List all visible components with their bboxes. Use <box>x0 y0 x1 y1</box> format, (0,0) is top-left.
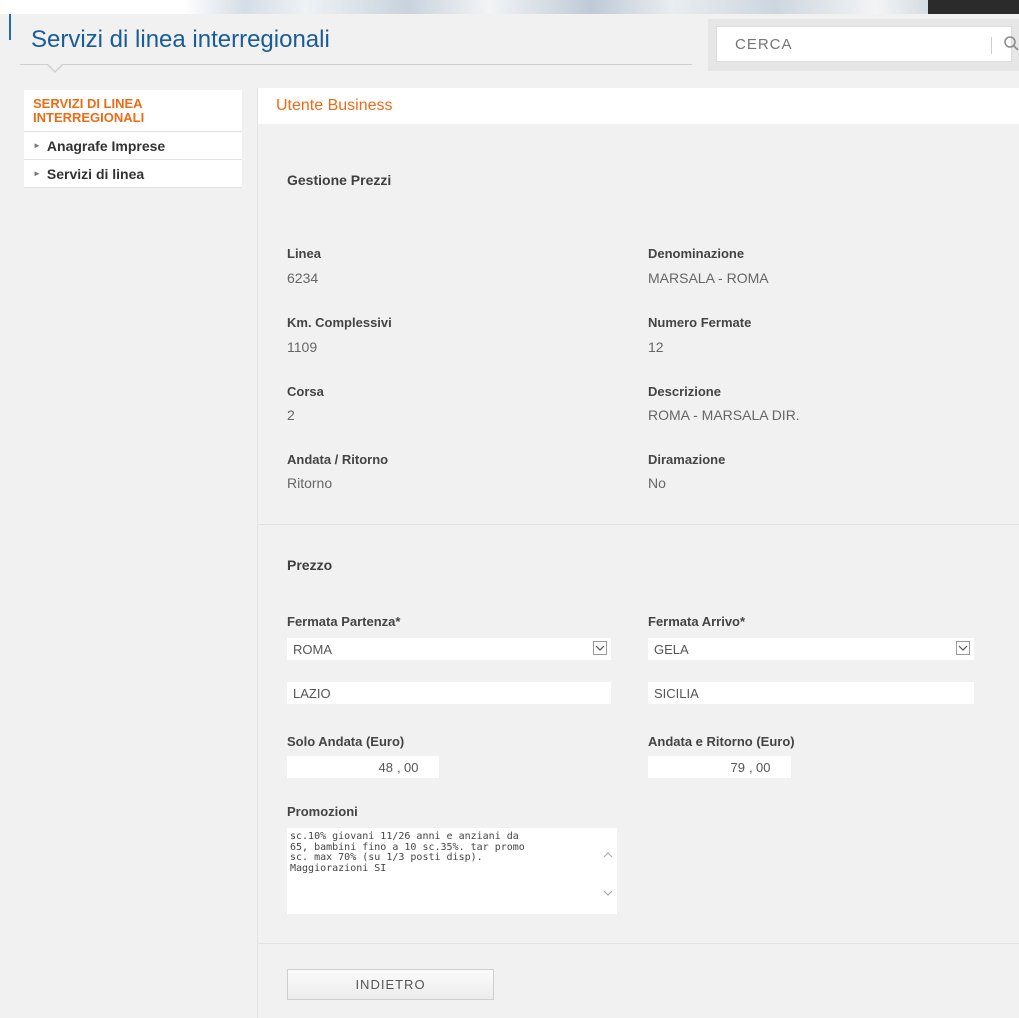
label-km-complessivi: Km. Complessivi <box>287 315 392 330</box>
fermata-partenza-value: ROMA <box>293 641 332 657</box>
sidebar: SERVIZI DI LINEA INTERREGIONALI ► Anagra… <box>24 90 242 188</box>
tab-bar: Utente Business <box>258 88 1019 124</box>
andata-ritorno-price-field[interactable]: 79 , 00 <box>648 756 791 778</box>
label-denominazione: Denominazione <box>648 246 745 261</box>
sidebar-item-anagrafe-imprese[interactable]: ► Anagrafe Imprese <box>24 132 242 160</box>
label-corsa: Corsa <box>287 384 324 399</box>
section-heading-prezzo: Prezzo <box>287 557 333 573</box>
top-banner-dark <box>928 0 1019 14</box>
search-separator <box>991 37 992 54</box>
fermata-arrivo-value: GELA <box>654 641 689 657</box>
value-andata-ritorno: Ritorno <box>287 475 333 491</box>
sidebar-item-label: Servizi di linea <box>46 165 145 182</box>
andata-ritorno-dec: 00 <box>756 759 771 775</box>
value-numero-fermate: 12 <box>648 339 664 355</box>
search-input[interactable] <box>716 26 1012 62</box>
chevron-right-icon: ► <box>33 141 41 150</box>
value-denominazione: MARSALA - ROMA <box>648 270 769 286</box>
value-linea: 6234 <box>287 270 319 286</box>
label-promozioni: Promozioni <box>287 804 358 819</box>
chevron-down-icon[interactable] <box>593 641 607 655</box>
label-numero-fermate: Numero Fermate <box>648 315 752 330</box>
title-caret <box>46 63 64 73</box>
chevron-down-icon[interactable] <box>956 641 970 655</box>
section-heading-gestione: Gestione Prezzi <box>287 172 392 188</box>
solo-andata-dec: 00 <box>404 759 419 775</box>
solo-andata-price-field[interactable]: 48 , 00 <box>287 756 439 778</box>
value-descrizione: ROMA - MARSALA DIR. <box>648 407 800 423</box>
label-linea: Linea <box>287 246 321 261</box>
label-andata-ritorno: Andata / Ritorno <box>287 452 389 467</box>
solo-andata-int: 48 <box>378 759 393 775</box>
fermata-partenza-select[interactable]: ROMA <box>287 638 611 660</box>
label-fermata-arrivo: Fermata Arrivo* <box>648 614 746 629</box>
label-solo-andata: Solo Andata (Euro) <box>287 734 405 749</box>
scroll-up-icon[interactable] <box>603 847 613 858</box>
main-panel: Utente Business Gestione Prezzi Linea 62… <box>257 88 1019 1018</box>
section-divider <box>258 943 1019 944</box>
decimal-comma: , <box>397 759 401 775</box>
decimal-comma: , <box>749 759 753 775</box>
sidebar-item-label: Anagrafe Imprese <box>46 137 166 154</box>
sidebar-item-servizi-di-linea[interactable]: ► Servizi di linea <box>24 160 242 188</box>
tab-utente-business[interactable]: Utente Business <box>276 97 393 115</box>
value-diramazione: No <box>648 475 666 491</box>
section-divider <box>258 524 1019 525</box>
search-box <box>708 19 1019 71</box>
value-km-complessivi: 1109 <box>287 339 318 355</box>
value-corsa: 2 <box>287 407 295 423</box>
top-banner-strip <box>0 0 1019 14</box>
promozioni-textarea[interactable]: sc.10% giovani 11/26 anni e anziani da 6… <box>287 828 599 914</box>
andata-ritorno-int: 79 <box>730 759 745 775</box>
back-button[interactable]: INDIETRO <box>287 969 494 1000</box>
sidebar-heading[interactable]: SERVIZI DI LINEA INTERREGIONALI <box>24 90 242 132</box>
label-fermata-partenza: Fermata Partenza* <box>287 614 401 629</box>
label-descrizione: Descrizione <box>648 384 721 399</box>
partenza-region-field: LAZIO <box>287 682 611 704</box>
search-icon[interactable] <box>1003 35 1019 53</box>
scroll-down-icon[interactable] <box>603 885 613 896</box>
fermata-arrivo-select[interactable]: GELA <box>648 638 974 660</box>
header-accent-bar <box>9 14 11 40</box>
arrivo-region-field: SICILIA <box>648 682 974 704</box>
page-title: Servizi di linea interregionali <box>31 26 330 53</box>
label-diramazione: Diramazione <box>648 452 726 467</box>
title-underline <box>20 64 692 65</box>
promozioni-box: sc.10% giovani 11/26 anni e anziani da 6… <box>287 828 617 914</box>
chevron-right-icon: ► <box>33 169 41 178</box>
label-andata-e-ritorno: Andata e Ritorno (Euro) <box>648 734 795 749</box>
